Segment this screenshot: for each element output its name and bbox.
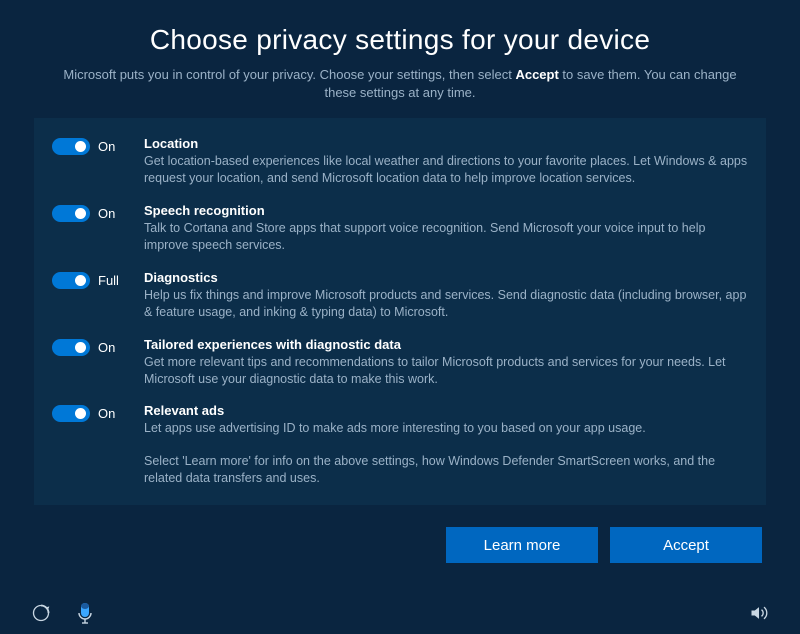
button-row: Learn more Accept (34, 527, 766, 563)
toggle-location[interactable] (52, 138, 90, 155)
subtitle-text-bold: Accept (515, 67, 558, 82)
toggle-label-speech: On (98, 206, 115, 221)
setting-title-tailored: Tailored experiences with diagnostic dat… (144, 337, 748, 352)
setting-desc-diagnostics: Help us fix things and improve Microsoft… (144, 287, 748, 321)
cortana-mic-icon[interactable] (74, 602, 96, 624)
setting-row-diagnostics: Full Diagnostics Help us fix things and … (52, 270, 748, 321)
toggle-tailored[interactable] (52, 339, 90, 356)
toggle-label-diagnostics: Full (98, 273, 119, 288)
setting-title-diagnostics: Diagnostics (144, 270, 748, 285)
toggle-ads[interactable] (52, 405, 90, 422)
toggle-label-location: On (98, 139, 115, 154)
setting-row-location: On Location Get location-based experienc… (52, 136, 748, 187)
setting-row-tailored: On Tailored experiences with diagnostic … (52, 337, 748, 388)
toggle-label-tailored: On (98, 340, 115, 355)
panel-footer-text: Select 'Learn more' for info on the abov… (144, 453, 748, 487)
bottom-bar (0, 602, 800, 624)
accept-button[interactable]: Accept (610, 527, 762, 563)
setting-row-speech: On Speech recognition Talk to Cortana an… (52, 203, 748, 254)
subtitle-text-pre: Microsoft puts you in control of your pr… (63, 67, 515, 82)
toggle-label-ads: On (98, 406, 115, 421)
settings-panel: On Location Get location-based experienc… (34, 118, 766, 505)
page-subtitle: Microsoft puts you in control of your pr… (60, 66, 740, 102)
page-title: Choose privacy settings for your device (34, 24, 766, 56)
toggle-diagnostics[interactable] (52, 272, 90, 289)
setting-desc-ads: Let apps use advertising ID to make ads … (144, 420, 748, 437)
setting-title-ads: Relevant ads (144, 403, 748, 418)
setting-title-speech: Speech recognition (144, 203, 748, 218)
learn-more-button[interactable]: Learn more (446, 527, 598, 563)
setting-row-ads: On Relevant ads Let apps use advertising… (52, 403, 748, 437)
ease-of-access-icon[interactable] (30, 602, 52, 624)
setting-title-location: Location (144, 136, 748, 151)
volume-icon[interactable] (748, 602, 770, 624)
setting-desc-speech: Talk to Cortana and Store apps that supp… (144, 220, 748, 254)
setting-desc-location: Get location-based experiences like loca… (144, 153, 748, 187)
setting-desc-tailored: Get more relevant tips and recommendatio… (144, 354, 748, 388)
toggle-speech[interactable] (52, 205, 90, 222)
